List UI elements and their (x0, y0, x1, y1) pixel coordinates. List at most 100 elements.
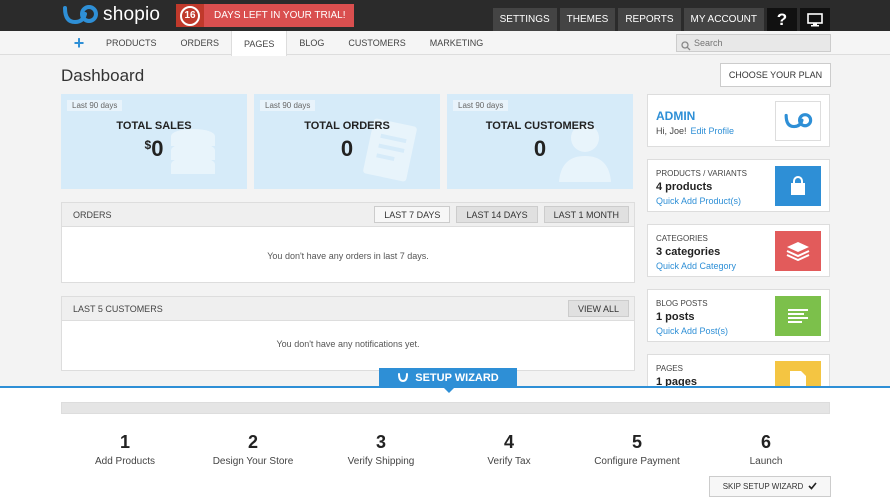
wizard-progress-bar (61, 402, 830, 414)
filter-last-14-days[interactable]: Last 14 Days (456, 206, 538, 223)
step-number: 6 (760, 432, 771, 452)
trial-days-count: 16 (180, 5, 200, 26)
quick-add-category-link[interactable]: Quick Add Category (656, 261, 736, 271)
top-nav: SETTINGS THEMES REPORTS MY ACCOUNT ? (492, 8, 830, 31)
card-count: 4 products (656, 181, 713, 193)
store-logo-icon[interactable] (775, 101, 821, 141)
admin-card: ADMIN Hi, Joe! Edit Profile (647, 94, 830, 147)
subnav-orders[interactable]: ORDERS (169, 31, 232, 55)
shopio-logo-icon (61, 4, 99, 26)
monitor-icon[interactable] (800, 8, 830, 31)
stat-title: TOTAL ORDERS (304, 120, 390, 132)
card-title: PRODUCTS / VARIANTS (656, 169, 747, 178)
customers-panel-header: LAST 5 CUSTOMERS View All (62, 297, 634, 321)
help-icon[interactable]: ? (767, 8, 797, 31)
edit-profile-link[interactable]: Edit Profile (691, 126, 735, 136)
wizard-step-3[interactable]: 3 Verify Shipping (317, 432, 445, 467)
card-count: 3 categories (656, 246, 721, 258)
subnav-marketing[interactable]: MARKETING (418, 31, 496, 55)
orders-panel-header: ORDERS Last 7 Days Last 14 Days Last 1 M… (62, 203, 634, 227)
step-number: 5 (631, 432, 642, 452)
filter-last-7-days[interactable]: Last 7 Days (374, 206, 451, 223)
wizard-refresh-icon (397, 371, 409, 386)
step-label: Add Products (94, 456, 156, 467)
customers-title: LAST 5 CUSTOMERS (73, 303, 163, 314)
stat-value: $0 (61, 136, 247, 162)
orders-empty-message: You don't have any orders in last 7 days… (267, 251, 429, 261)
choose-plan-button[interactable]: CHOOSE YOUR PLAN (720, 63, 831, 87)
page-title: Dashboard (61, 66, 145, 85)
wizard-step-2[interactable]: 2 Design Your Store (189, 432, 317, 467)
trial-banner[interactable]: 16 DAYS LEFT IN YOUR TRIAL! (176, 4, 354, 27)
text-lines-icon[interactable] (775, 296, 821, 336)
top-bar: shopio 16 DAYS LEFT IN YOUR TRIAL! SETTI… (0, 0, 890, 31)
stat-period: Last 90 days (67, 100, 123, 111)
step-number: 2 (247, 432, 258, 452)
subnav-pages[interactable]: PAGES (231, 31, 288, 56)
stat-total-sales: Last 90 days TOTAL SALES $0 (61, 94, 247, 189)
checkmark-icon (808, 481, 817, 492)
customers-empty-message: You don't have any notifications yet. (276, 339, 420, 349)
shopping-bag-icon[interactable] (775, 166, 821, 206)
topnav-my-account[interactable]: MY ACCOUNT (683, 8, 764, 31)
customers-value: 0 (533, 136, 547, 161)
step-label: Verify Tax (487, 456, 531, 467)
skip-setup-wizard-button[interactable]: SKIP SETUP WIZARD (709, 476, 831, 497)
customers-panel: LAST 5 CUSTOMERS View All You don't have… (61, 296, 635, 371)
stat-title: TOTAL CUSTOMERS (485, 120, 595, 132)
stat-period: Last 90 days (453, 100, 509, 111)
layers-icon[interactable] (775, 231, 821, 271)
step-number: 4 (503, 432, 514, 452)
admin-greeting: Hi, Joe! (656, 126, 687, 136)
wizard-step-5[interactable]: 5 Configure Payment (573, 432, 701, 467)
card-title: BLOG POSTS (656, 299, 708, 308)
filter-last-1-month[interactable]: Last 1 Month (543, 206, 629, 223)
currency-symbol: $ (144, 138, 152, 152)
stat-total-customers: Last 90 days TOTAL CUSTOMERS 0 (447, 94, 633, 189)
setup-wizard-tab[interactable]: SETUP WIZARD (379, 368, 517, 388)
trial-text: DAYS LEFT IN YOUR TRIAL! (214, 10, 346, 21)
wizard-caret-icon (444, 388, 454, 393)
add-icon[interactable]: + (64, 31, 94, 55)
admin-name[interactable]: ADMIN (656, 109, 695, 123)
subnav-products[interactable]: PRODUCTS (94, 31, 169, 55)
step-number: 1 (119, 432, 130, 452)
step-label: Design Your Store (212, 456, 294, 467)
card-count: 1 posts (656, 311, 695, 323)
search-input[interactable] (694, 38, 824, 48)
topnav-themes[interactable]: THEMES (559, 8, 616, 31)
wizard-step-6[interactable]: 6 Launch (702, 432, 830, 467)
card-title: PAGES (656, 364, 683, 373)
search-box (676, 34, 831, 52)
view-all-button[interactable]: View All (567, 300, 629, 317)
skip-label: SKIP SETUP WIZARD (722, 482, 804, 491)
stat-period: Last 90 days (260, 100, 316, 111)
quick-add-post-link[interactable]: Quick Add Post(s) (656, 326, 728, 336)
subnav-blog[interactable]: BLOG (287, 31, 336, 55)
subnav-customers[interactable]: CUSTOMERS (336, 31, 417, 55)
blog-posts-card: BLOG POSTS 1 posts Quick Add Post(s) (647, 289, 830, 342)
topnav-reports[interactable]: REPORTS (618, 8, 681, 31)
stat-title: TOTAL SALES (116, 120, 192, 132)
search-icon (681, 38, 691, 51)
card-title: CATEGORIES (656, 234, 708, 243)
wizard-step-1[interactable]: 1 Add Products (61, 432, 189, 467)
stat-total-orders: Last 90 days TOTAL ORDERS 0 (254, 94, 440, 189)
step-label: Verify Shipping (347, 456, 415, 467)
wizard-step-4[interactable]: 4 Verify Tax (445, 432, 573, 467)
sub-nav: + PRODUCTS ORDERS PAGES BLOG CUSTOMERS M… (0, 31, 890, 56)
orders-value: 0 (340, 136, 354, 161)
setup-wizard-panel: SETUP WIZARD 1 Add Products 2 Design You… (0, 368, 890, 500)
quick-add-product-link[interactable]: Quick Add Product(s) (656, 196, 741, 206)
orders-title: ORDERS (73, 209, 112, 220)
brand-logo[interactable]: shopio (61, 4, 160, 26)
orders-panel: ORDERS Last 7 Days Last 14 Days Last 1 M… (61, 202, 635, 283)
sales-value: 0 (151, 136, 164, 161)
admin-greeting-line: Hi, Joe! Edit Profile (656, 126, 734, 136)
step-number: 3 (375, 432, 386, 452)
step-label: Configure Payment (594, 456, 680, 467)
topnav-settings[interactable]: SETTINGS (492, 8, 557, 31)
categories-card: CATEGORIES 3 categories Quick Add Catego… (647, 224, 830, 277)
trial-days-box: 16 (176, 4, 204, 27)
step-label: Launch (749, 456, 783, 467)
